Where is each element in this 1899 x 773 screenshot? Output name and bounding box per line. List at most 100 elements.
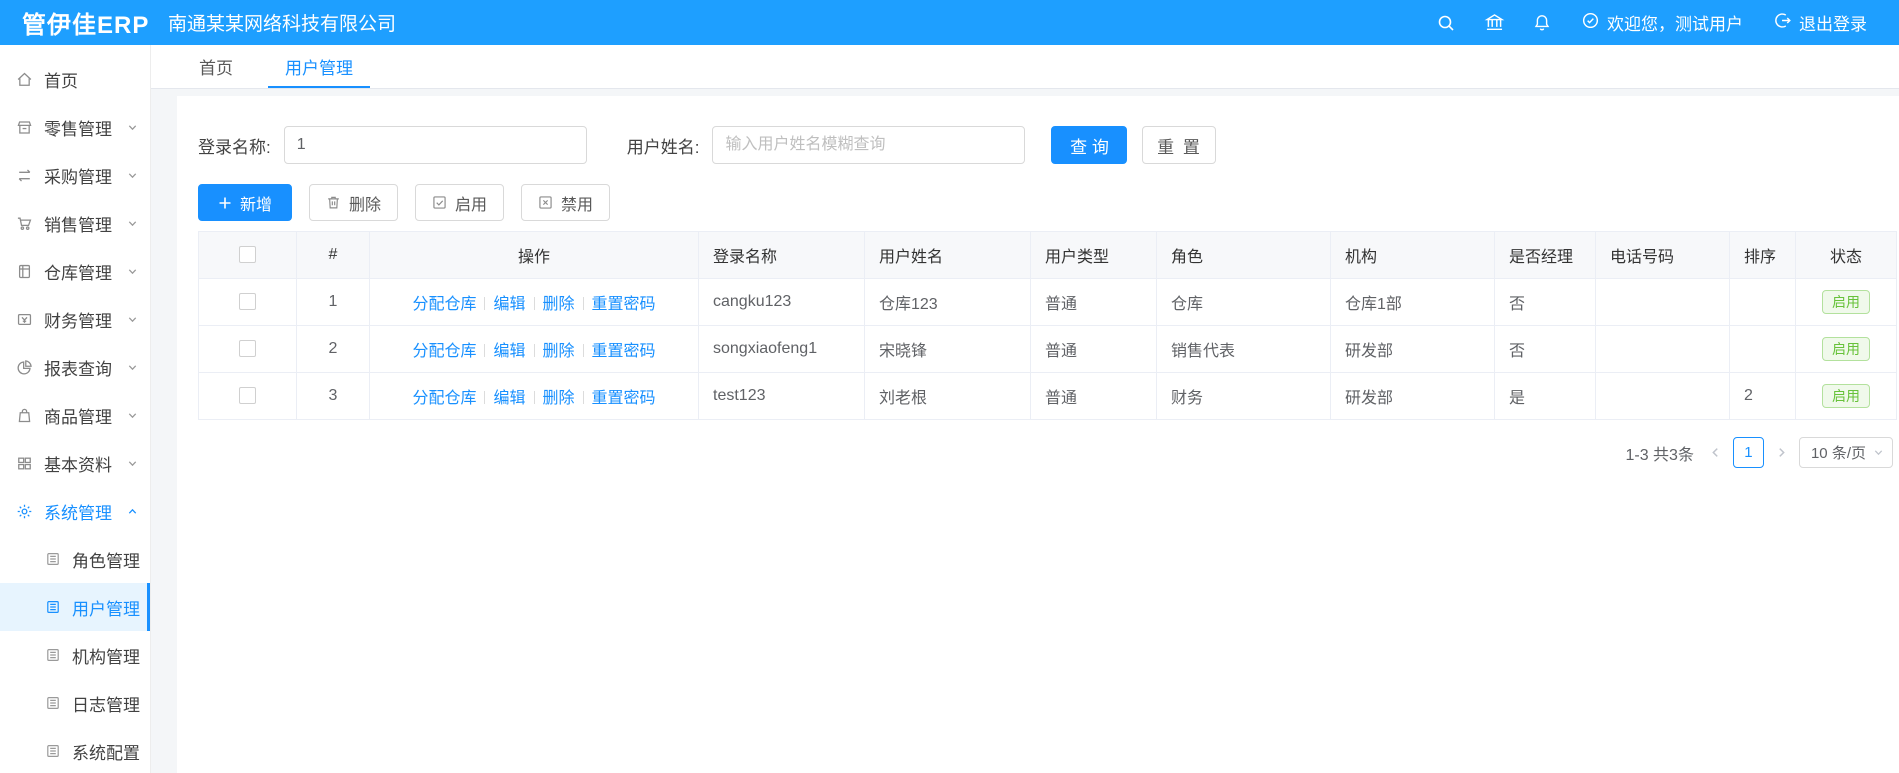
- status-badge[interactable]: 启用: [1822, 384, 1870, 408]
- tab-home[interactable]: 首页: [173, 45, 259, 88]
- table-header-row: # 操作 登录名称 用户姓名 用户类型 角色 机构 是否经理 电话号码 排序 状: [198, 231, 1897, 279]
- x-square-icon: [539, 196, 552, 209]
- cell-login: test123: [698, 372, 865, 420]
- sidebar-item-log-management[interactable]: 日志管理: [0, 679, 150, 727]
- add-button[interactable]: 新增: [198, 184, 293, 221]
- chevron-down-icon: [127, 362, 138, 373]
- sidebar-item-reports[interactable]: 报表查询: [0, 343, 150, 391]
- header-actions: 欢迎您，测试用户 退出登录: [1429, 6, 1899, 40]
- reset-password-link[interactable]: 重置密码: [592, 296, 656, 313]
- home-icon: [16, 71, 33, 88]
- row-checkbox[interactable]: [239, 340, 256, 358]
- sidebar-item-warehouse[interactable]: 仓库管理: [0, 247, 150, 295]
- col-phone: 电话号码: [1595, 231, 1730, 279]
- assign-warehouse-link[interactable]: 分配仓库: [412, 296, 476, 313]
- logout-icon: [1773, 11, 1792, 35]
- row-actions: 分配仓库 编辑 删除 重置密码: [369, 325, 699, 373]
- sidebar-item-finance[interactable]: 财务管理: [0, 295, 150, 343]
- sidebar-item-purchase[interactable]: 采购管理: [0, 151, 150, 199]
- table-row: 3 分配仓库 编辑 删除 重置密码 test123 刘老根 普通 财务 研发部 是: [198, 372, 1897, 420]
- sidebar-item-retail[interactable]: 零售管理: [0, 103, 150, 151]
- bank-icon[interactable]: [1477, 6, 1511, 40]
- search-icon[interactable]: [1429, 6, 1463, 40]
- delete-link[interactable]: 删除: [543, 296, 575, 313]
- status-badge[interactable]: 启用: [1822, 337, 1870, 361]
- col-actions: 操作: [369, 231, 699, 279]
- row-index: 2: [296, 325, 370, 373]
- sidebar-item-role-management[interactable]: 角色管理: [0, 535, 150, 583]
- divider: [484, 344, 486, 357]
- chevron-up-icon: [127, 506, 138, 517]
- chevron-down-icon: [1874, 450, 1883, 456]
- goods-icon: [16, 407, 33, 424]
- sidebar-item-system[interactable]: 系统管理: [0, 487, 150, 535]
- assign-warehouse-link[interactable]: 分配仓库: [412, 343, 476, 360]
- user-check-icon: [1581, 11, 1600, 35]
- sidebar-item-home[interactable]: 首页: [0, 55, 150, 103]
- cell-manager: 否: [1494, 278, 1596, 326]
- edit-link[interactable]: 编辑: [493, 343, 525, 360]
- select-all-checkbox[interactable]: [239, 246, 256, 264]
- sidebar-item-system-config[interactable]: 系统配置: [0, 727, 150, 773]
- cell-sort: 2: [1729, 372, 1796, 420]
- check-square-icon: [433, 196, 446, 209]
- logout-button[interactable]: 退出登录: [1765, 10, 1875, 35]
- cell-role: 销售代表: [1156, 325, 1331, 373]
- cell-type: 普通: [1030, 325, 1157, 373]
- reset-password-link[interactable]: 重置密码: [592, 390, 656, 407]
- cell-login: cangku123: [698, 278, 865, 326]
- delete-link[interactable]: 删除: [543, 343, 575, 360]
- gear-icon: [16, 503, 33, 520]
- row-checkbox[interactable]: [239, 293, 256, 311]
- plus-icon: [219, 197, 231, 208]
- col-sort: 排序: [1729, 231, 1796, 279]
- edit-link[interactable]: 编辑: [493, 390, 525, 407]
- delete-button[interactable]: 删除: [309, 184, 399, 221]
- cell-type: 普通: [1030, 372, 1157, 420]
- disable-button[interactable]: 禁用: [521, 184, 611, 221]
- chevron-down-icon: [127, 218, 138, 229]
- report-icon: [16, 359, 33, 376]
- finance-icon: [16, 311, 33, 328]
- cell-manager: 是: [1494, 372, 1596, 420]
- sidebar-item-user-management[interactable]: 用户管理: [0, 583, 150, 631]
- sidebar-item-sales[interactable]: 销售管理: [0, 199, 150, 247]
- sidebar-item-basic-data[interactable]: 基本资料: [0, 439, 150, 487]
- welcome-user[interactable]: 欢迎您，测试用户: [1573, 10, 1751, 35]
- delete-link[interactable]: 删除: [543, 390, 575, 407]
- row-checkbox[interactable]: [239, 387, 256, 405]
- assign-warehouse-link[interactable]: 分配仓库: [412, 390, 476, 407]
- status-badge[interactable]: 启用: [1822, 290, 1870, 314]
- next-page-button[interactable]: [1775, 446, 1788, 459]
- chevron-down-icon: [127, 410, 138, 421]
- tab-user-management[interactable]: 用户管理: [259, 45, 379, 88]
- col-index: #: [296, 231, 370, 279]
- reset-button[interactable]: 重 置: [1142, 126, 1217, 164]
- app-logo[interactable]: 管伊佳ERP: [0, 5, 151, 40]
- doc-icon: [45, 647, 61, 663]
- col-user-name: 用户姓名: [864, 231, 1031, 279]
- prev-page-button[interactable]: [1709, 446, 1722, 459]
- query-button[interactable]: 查 询: [1051, 126, 1128, 164]
- sidebar-item-goods[interactable]: 商品管理: [0, 391, 150, 439]
- row-actions: 分配仓库 编辑 删除 重置密码: [369, 278, 699, 326]
- login-name-input[interactable]: [283, 126, 587, 164]
- reset-password-link[interactable]: 重置密码: [592, 343, 656, 360]
- page-size-select[interactable]: 10 条/页: [1798, 437, 1893, 468]
- user-name-input[interactable]: [712, 126, 1026, 164]
- divider: [484, 391, 486, 404]
- trash-icon: [328, 196, 339, 209]
- edit-link[interactable]: 编辑: [493, 296, 525, 313]
- app-header: 管伊佳ERP 南通某某网络科技有限公司 欢迎您，测试用户 退出登录: [0, 0, 1899, 45]
- content-wrap: 登录名称: 用户姓名: 查 询 重 置 新增: [151, 89, 1899, 773]
- row-index: 3: [296, 372, 370, 420]
- divider: [533, 297, 535, 310]
- doc-icon: [45, 551, 61, 567]
- bell-icon[interactable]: [1525, 6, 1559, 40]
- page-number-button[interactable]: 1: [1732, 437, 1764, 468]
- cell-type: 普通: [1030, 278, 1157, 326]
- enable-button[interactable]: 启用: [415, 184, 505, 221]
- sidebar-item-org-management[interactable]: 机构管理: [0, 631, 150, 679]
- col-org: 机构: [1330, 231, 1495, 279]
- purchase-icon: [16, 167, 33, 184]
